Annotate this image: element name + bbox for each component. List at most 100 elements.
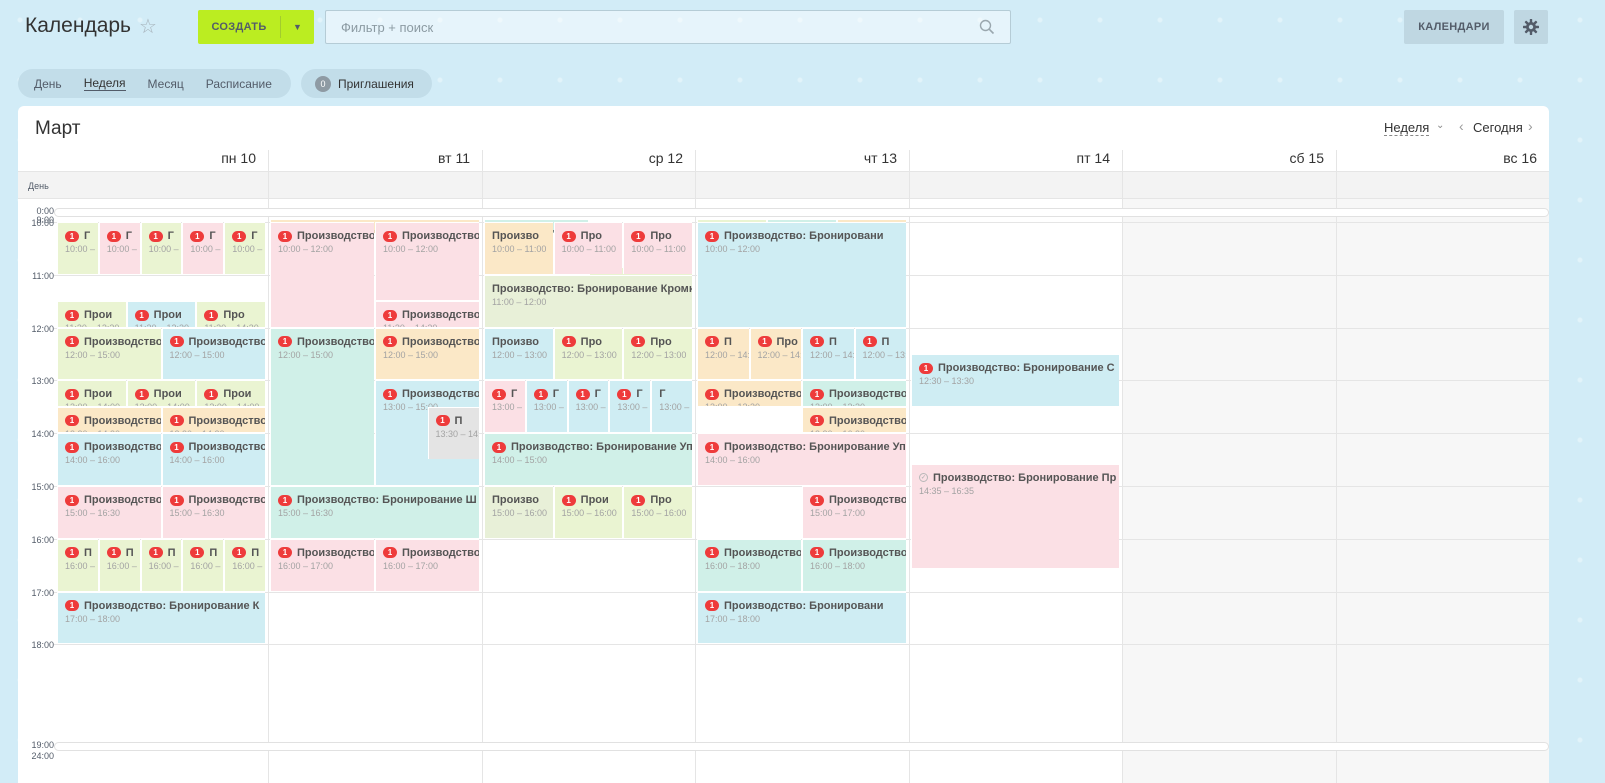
search-icon[interactable] — [978, 18, 996, 36]
calendar-event[interactable]: 1 Про 12:00 – 13:00 — [553, 327, 623, 380]
calendar-event[interactable]: Произво 12:00 – 13:00 — [484, 327, 553, 380]
day-header[interactable]: сб 15 — [1124, 150, 1324, 166]
calendar-event[interactable]: 1Г 10:00 – 11:00 — [57, 222, 98, 274]
calendar-event[interactable]: 1 Про 12:00 – 13:00 — [623, 327, 692, 380]
calendar-event[interactable]: 1 Производство 12:00 – 15:00 — [161, 327, 265, 380]
calendar-event[interactable]: 1Г13:00 – 14:00 — [609, 380, 651, 433]
day-header[interactable]: вт 11 — [270, 150, 470, 166]
calendar-event[interactable]: 1П16:00 – 17:00 — [98, 538, 140, 591]
view-selector[interactable]: Неделя — [1384, 120, 1430, 136]
calendar-event[interactable]: 1 Производство: Бронирование Уп 14:00 – 15… — [484, 433, 692, 485]
calendar-event[interactable]: 1 Производство 13:30 – 14:30 — [57, 406, 161, 433]
calendar-event[interactable]: 1 Прои13:00 – 14:00 — [196, 380, 265, 406]
calendar-event[interactable]: 1 Прои11:30 – 12:30 — [126, 301, 196, 327]
tab-month[interactable]: Месяц — [148, 77, 184, 91]
calendar-event[interactable]: 1 Производство: Бронировани 17:00 – 18:00 — [697, 591, 906, 644]
day-header[interactable]: пн 10 — [56, 150, 256, 166]
calendar-event[interactable]: 1 Про 15:00 – 16:00 — [623, 486, 692, 538]
calendar-event[interactable]: 1 Производство 15:00 – 17:00 — [802, 486, 906, 538]
calendar-event[interactable]: 1 Производство 16:00 – 17:00 — [375, 538, 479, 591]
calendar-event[interactable]: Произво 10:00 – 11:00 — [484, 222, 553, 274]
calendar-event[interactable]: 1Г 10:00 – 11:00 — [140, 222, 182, 274]
calendar-event[interactable]: 1Г 10:00 – 11:00 — [98, 222, 140, 274]
calendar-event[interactable]: 1П12:00 – 14:00 — [697, 327, 749, 380]
collapsed-hours-bottom[interactable] — [54, 742, 1549, 751]
calendar-event[interactable]: 1 Про 10:00 – 11:00 — [623, 222, 692, 274]
calendar-event[interactable]: 1 Прои11:30 – 12:30 — [57, 301, 126, 327]
calendar-event[interactable]: Г 13:00 – 14:00 — [651, 380, 692, 433]
calendar-event[interactable]: 1П12:00 – 14:00 — [802, 327, 854, 380]
calendar-event[interactable]: 1 Производство: Бронирование К 17:00 – 18:… — [57, 591, 265, 644]
calendar-event[interactable]: 1Г13:00 – 14:00 — [567, 380, 609, 433]
calendar-event[interactable]: 1 Производство 15:00 – 16:30 — [161, 486, 265, 538]
calendar-event[interactable]: 1 Производство 16:00 – 18:00 — [802, 538, 906, 591]
calendar-event[interactable]: 1Г 10:00 – 11:00 — [224, 222, 265, 274]
calendar-event[interactable]: 1 Производство13:00 – 13:30 — [802, 380, 906, 406]
calendar-event[interactable]: 1 Прои 15:00 – 16:00 — [553, 486, 623, 538]
today-button[interactable]: Сегодня — [1473, 120, 1523, 135]
calendar-event[interactable]: 1 Производство 16:00 – 18:00 — [697, 538, 801, 591]
calendar-event[interactable]: 1 Производство11:30 – 14:30 — [375, 301, 479, 327]
search-input[interactable] — [326, 11, 946, 43]
calendar-event[interactable]: 1П16:00 – 17:00 — [182, 538, 224, 591]
calendar-event[interactable]: 1 Производство 10:00 – 12:00 — [270, 222, 374, 327]
collapsed-hours-top[interactable] — [54, 208, 1549, 217]
event-title: Произво — [492, 336, 539, 348]
calendar-event[interactable]: 1 Прои13:00 – 14:00 — [57, 380, 126, 406]
calendar-event[interactable]: 1 Производство 10:00 – 12:00 — [375, 222, 479, 301]
day-header[interactable]: пт 14 — [910, 150, 1110, 166]
calendar-event[interactable]: 1Г13:00 – 14:00 — [484, 380, 525, 433]
calendar-event[interactable]: 1 Производство 14:00 – 16:00 — [57, 433, 161, 485]
all-day-row[interactable]: День — [18, 171, 1549, 199]
calendar-event[interactable]: 1П16:00 – 17:00 — [140, 538, 182, 591]
day-header[interactable]: ср 12 — [483, 150, 683, 166]
calendar-event[interactable]: 1 Производство 13:30 – 14:30 — [161, 406, 266, 433]
event-title-text: Производство — [188, 414, 266, 427]
calendar-event[interactable]: 1 Прои13:00 – 14:00 — [126, 380, 196, 406]
next-week-chevron-right-icon[interactable]: › — [1528, 118, 1533, 134]
time-label: 14:00 — [31, 429, 54, 440]
calendar-event[interactable]: 1 Производство 12:00 – 15:00 — [57, 327, 161, 380]
calendar-event[interactable]: 1П12:00 – 13:00 — [854, 327, 906, 380]
event-title-text: Прои — [153, 309, 182, 322]
weekend-column — [1122, 199, 1336, 783]
tab-day[interactable]: День — [34, 77, 62, 91]
calendar-event[interactable]: 1П16:00 – 17:00 — [57, 538, 98, 591]
calendar-event[interactable]: 1П13:30 – 14:30 — [427, 406, 479, 459]
favorite-star-icon[interactable]: ☆ — [139, 14, 157, 39]
calendar-event[interactable]: 1 Производство: Бронирование С 12:30 – 13:… — [911, 354, 1119, 406]
prev-week-chevron-left-icon[interactable]: ‹ — [1459, 118, 1464, 134]
view-selector-chevron-down-icon[interactable]: ⌄ — [1436, 120, 1444, 131]
calendar-event[interactable]: 1 Производство: Бронирование Ш 15:00 – 16:… — [270, 486, 479, 538]
day-header[interactable]: вс 16 — [1337, 150, 1537, 166]
event-title-text: Г — [251, 230, 258, 242]
day-header[interactable]: чт 13 — [697, 150, 897, 166]
calendar-event[interactable]: 1 Производство:13:00 – 13:30 — [697, 380, 801, 406]
calendar-event[interactable]: 1 Производство 12:00 – 15:00 — [270, 327, 374, 485]
calendar-event[interactable]: 1 Про 10:00 – 11:00 — [553, 222, 623, 274]
calendars-button[interactable]: КАЛЕНДАРИ — [1404, 10, 1504, 44]
calendar-event[interactable]: 1 Производство 14:00 – 16:00 — [161, 433, 265, 485]
tab-schedule[interactable]: Расписание — [206, 77, 272, 91]
tab-week[interactable]: Неделя — [83, 76, 126, 91]
event-title: 1 Производство — [169, 441, 265, 453]
settings-button[interactable] — [1514, 10, 1548, 44]
calendar-event[interactable]: 1 Производство 12:00 – 15:00 — [375, 327, 479, 380]
invitations-button[interactable]: 0 Приглашения — [301, 69, 432, 98]
calendar-event[interactable]: 1Г 10:00 – 11:00 — [182, 222, 224, 274]
calendar-event[interactable]: 1П16:00 – 17:00 — [224, 538, 265, 591]
calendar-event[interactable]: 1 Производство 16:00 – 17:00 — [270, 538, 374, 591]
calendar-event[interactable]: 1 Про12:00 – 14:00 — [749, 327, 801, 380]
calendar-event[interactable]: ✓ Производство: Бронирование Пр 14:35 – 16… — [911, 463, 1119, 569]
calendar-event[interactable]: Произво 15:00 – 16:00 — [484, 486, 553, 538]
create-button[interactable]: СОЗДАТЬ ▼ — [198, 10, 314, 44]
create-dropdown-arrow-icon[interactable]: ▼ — [281, 22, 314, 32]
calendar-event[interactable]: Производство: Бронирование Кромка 11:00 –… — [484, 274, 692, 327]
calendar-event[interactable]: 1 Производство 13:30 – 16:30 — [802, 406, 906, 433]
search-box[interactable] — [325, 10, 1011, 44]
calendar-event[interactable]: 1Г13:00 – 14:00 — [525, 380, 567, 433]
calendar-event[interactable]: 1 Производство 15:00 – 16:30 — [57, 486, 161, 538]
calendar-event[interactable]: 1 Производство: Бронировани 10:00 – 12:00 — [697, 222, 906, 327]
calendar-event[interactable]: 1 Про11:30 – 14:30 — [196, 301, 265, 327]
calendar-event[interactable]: 1 Производство: Бронирование Уп 14:00 – 16… — [697, 433, 906, 485]
